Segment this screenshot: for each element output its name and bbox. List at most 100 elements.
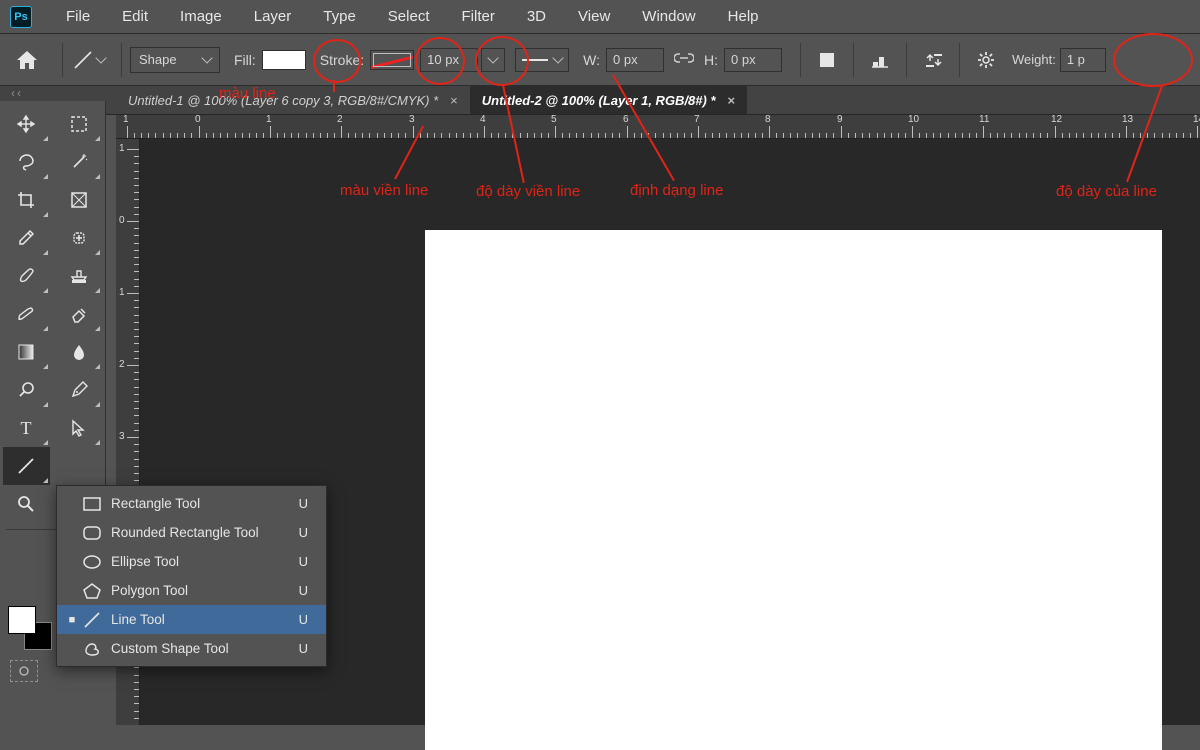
type-tool[interactable]: T (3, 409, 50, 447)
ruler-number: 13 (1122, 115, 1133, 125)
flyout-item-label: Rounded Rectangle Tool (111, 525, 259, 540)
menu-edit[interactable]: Edit (106, 8, 164, 25)
shape-tool[interactable] (3, 447, 50, 485)
menu-filter[interactable]: Filter (446, 8, 511, 25)
ruler-number: 1 (119, 143, 125, 154)
separator (800, 43, 801, 77)
zoom-tool[interactable] (3, 485, 50, 523)
ruler-number: 10 (908, 115, 919, 125)
ruler-number: 4 (480, 115, 486, 125)
ruler-number: 3 (409, 115, 415, 125)
stroke-swatch[interactable] (370, 50, 414, 70)
flyout-item-polygon[interactable]: Polygon ToolU (57, 576, 326, 605)
width-label: W: (583, 52, 600, 68)
separator (121, 43, 122, 77)
rrect-icon (81, 522, 103, 544)
crop-tool[interactable] (3, 181, 50, 219)
stroke-type-select[interactable] (515, 48, 569, 72)
fill-label: Fill: (234, 52, 256, 68)
panel-collapse-icon[interactable]: ‹‹ (0, 86, 34, 100)
foreground-color[interactable] (8, 606, 36, 634)
flyout-item-label: Ellipse Tool (111, 554, 179, 569)
close-icon[interactable]: × (450, 93, 458, 108)
home-button[interactable] (6, 42, 48, 78)
line-tool-icon[interactable] (71, 48, 95, 72)
canvas[interactable] (425, 230, 1162, 750)
flyout-item-label: Rectangle Tool (111, 496, 200, 511)
ruler-number: 12 (1051, 115, 1062, 125)
healing-brush-tool[interactable] (56, 219, 103, 257)
flyout-item-label: Custom Shape Tool (111, 641, 229, 656)
clone-stamp-tool[interactable] (56, 257, 103, 295)
menu-view[interactable]: View (562, 8, 626, 25)
menu-type[interactable]: Type (307, 8, 372, 25)
separator (906, 43, 907, 77)
ruler-number: 1 (123, 115, 129, 125)
stroke-width-input[interactable]: 10 px (420, 48, 478, 72)
flyout-item-label: Line Tool (111, 612, 165, 627)
height-label: H: (704, 52, 718, 68)
width-input[interactable]: 0 px (606, 48, 664, 72)
doc-tab-1[interactable]: Untitled-1 @ 100% (Layer 6 copy 3, RGB/8… (116, 86, 470, 114)
menu-3d[interactable]: 3D (511, 8, 562, 25)
eyedropper-tool[interactable] (3, 219, 50, 257)
history-brush-tool[interactable] (3, 295, 50, 333)
path-align-button[interactable] (867, 47, 893, 73)
separator (62, 43, 63, 77)
link-wh-icon[interactable] (674, 51, 694, 68)
tool-mode-label: Shape (139, 52, 177, 67)
options-bar: Shape Fill: Stroke: 10 px W: 0 px H: 0 p… (0, 34, 1200, 86)
flyout-item-line[interactable]: ■Line ToolU (57, 605, 326, 634)
blur-tool[interactable] (56, 333, 103, 371)
pen-tool[interactable] (56, 371, 103, 409)
doc-tab-2[interactable]: Untitled-2 @ 100% (Layer 1, RGB/8#) * × (470, 86, 747, 114)
ruler-number: 11 (979, 115, 989, 125)
ruler-number: 1 (119, 287, 125, 298)
path-selection-tool[interactable] (56, 409, 103, 447)
flyout-item-ellipse[interactable]: Ellipse Tool U (57, 547, 326, 576)
gradient-tool[interactable] (3, 333, 50, 371)
close-icon[interactable]: × (728, 93, 736, 108)
flyout-item-shortcut: U (299, 583, 308, 598)
frame-tool[interactable] (56, 181, 103, 219)
menu-help[interactable]: Help (712, 8, 775, 25)
flyout-item-custom[interactable]: Custom Shape ToolU (57, 634, 326, 663)
tool-mode-select[interactable]: Shape (130, 47, 220, 73)
weight-input[interactable]: 1 p (1060, 48, 1106, 72)
flyout-item-shortcut: U (299, 496, 308, 511)
separator (853, 43, 854, 77)
magic-wand-tool[interactable] (56, 143, 103, 181)
path-operations-button[interactable] (814, 47, 840, 73)
tools-panel: T (0, 101, 106, 544)
ruler-number: 2 (337, 115, 343, 125)
eraser-tool[interactable] (56, 295, 103, 333)
chevron-down-icon (201, 52, 212, 63)
menu-select[interactable]: Select (372, 8, 446, 25)
fill-swatch[interactable] (262, 50, 306, 70)
brush-tool[interactable] (3, 257, 50, 295)
ruler-number: 0 (195, 115, 201, 125)
chevron-down-icon[interactable] (95, 52, 106, 63)
flyout-item-rrect[interactable]: Rounded Rectangle ToolU (57, 518, 326, 547)
menu-file[interactable]: File (50, 8, 106, 25)
flyout-item-rect[interactable]: Rectangle Tool U (57, 489, 326, 518)
custom-icon (81, 638, 103, 660)
path-arrangement-button[interactable] (920, 47, 946, 73)
gear-icon[interactable] (973, 47, 999, 73)
menu-image[interactable]: Image (164, 8, 238, 25)
dodge-tool[interactable] (3, 371, 50, 409)
menu-window[interactable]: Window (626, 8, 711, 25)
lasso-tool[interactable] (3, 143, 50, 181)
line-icon (81, 609, 103, 631)
stroke-width-dropdown[interactable] (481, 48, 505, 72)
flyout-item-shortcut: U (299, 554, 308, 569)
ruler-number: 1 (266, 115, 272, 125)
ruler-horizontal[interactable]: 101234567891011121314 (116, 115, 1200, 139)
rect-icon (81, 493, 103, 515)
svg-text:T: T (21, 418, 32, 438)
marquee-tool[interactable] (56, 105, 103, 143)
height-input[interactable]: 0 px (724, 48, 782, 72)
ruler-number: 2 (119, 359, 125, 370)
move-tool[interactable] (3, 105, 50, 143)
menu-layer[interactable]: Layer (238, 8, 308, 25)
